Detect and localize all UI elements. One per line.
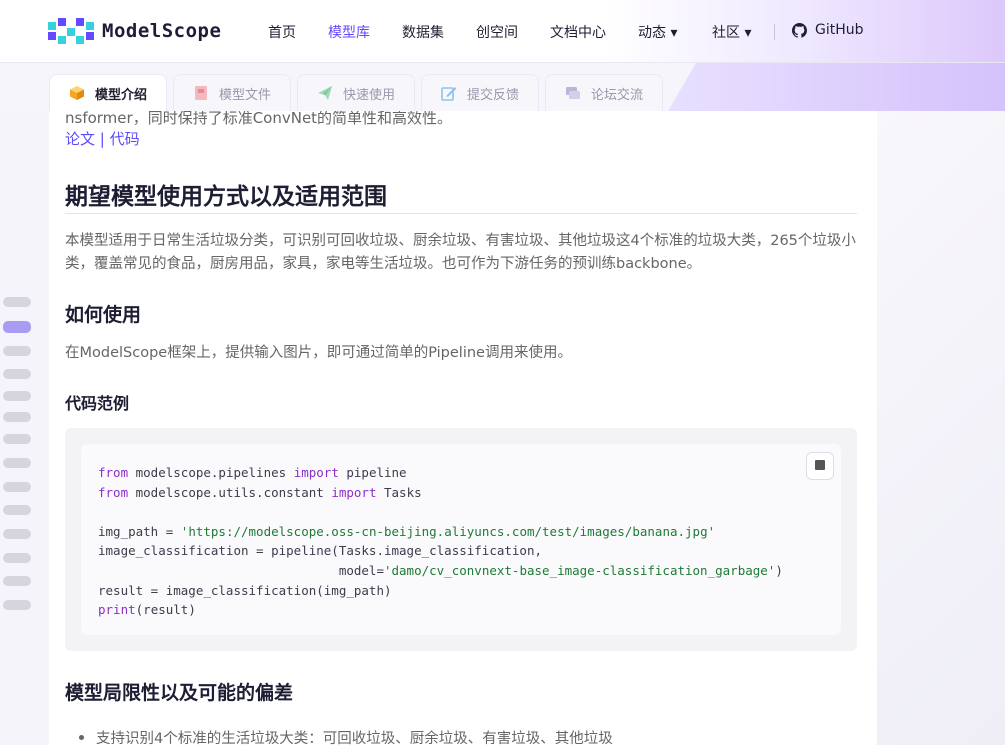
heading-usage-scope: 期望模型使用方式以及适用范围 xyxy=(65,184,387,210)
outline-pill[interactable] xyxy=(3,297,31,307)
nav-models[interactable]: 模型库 xyxy=(328,22,370,42)
top-nav: ModelScope 首页 模型库 数据集 创空间 文档中心 动态 ▾ 社区 ▾… xyxy=(0,0,1005,63)
github-icon xyxy=(792,22,807,38)
code-snippet[interactable]: from modelscope.pipelines import pipelin… xyxy=(98,463,783,620)
nav-divider xyxy=(774,24,775,40)
brand-name: ModelScope xyxy=(102,20,222,42)
outline-pill[interactable] xyxy=(3,529,31,539)
outline-pill[interactable] xyxy=(3,346,31,356)
heading-divider xyxy=(65,213,857,214)
chat-icon xyxy=(565,87,580,99)
nav-github[interactable]: GitHub xyxy=(792,22,864,38)
modelscope-logo[interactable]: ModelScope xyxy=(48,18,221,44)
tab-label: 模型文件 xyxy=(218,87,271,103)
tab-label: 提交反馈 xyxy=(466,87,519,103)
nav-community-dropdown[interactable]: 社区 ▾ xyxy=(712,22,751,42)
list-item-text: 支持识别4个标准的生活垃圾大类：可回收垃圾、厨余垃圾、有害垃圾、其他垃圾 xyxy=(96,731,613,745)
outline-pill[interactable] xyxy=(3,505,31,515)
nav-docs[interactable]: 文档中心 xyxy=(550,22,606,42)
code-line: from modelscope.utils.constant import Ta… xyxy=(98,484,422,500)
truncated-paragraph: nsformer，同时保持了标准ConvNet的简单性和高效性。 xyxy=(65,111,453,127)
send-icon xyxy=(317,86,332,100)
outline-pill[interactable] xyxy=(3,600,31,610)
tab-model-files[interactable]: 模型文件 xyxy=(173,74,291,111)
outline-pill[interactable] xyxy=(3,412,31,422)
outline-pill[interactable] xyxy=(3,576,31,586)
cube-icon xyxy=(69,86,84,100)
copy-code-button[interactable] xyxy=(806,452,834,480)
code-block-inner: from modelscope.pipelines import pipelin… xyxy=(81,444,841,635)
heading-limitations: 模型局限性以及可能的偏差 xyxy=(65,682,294,704)
model-readme: nsformer，同时保持了标准ConvNet的简单性和高效性。 论文 | 代码… xyxy=(49,111,877,745)
tab-quick-start[interactable]: 快速使用 xyxy=(297,74,415,111)
tab-bar-decoration xyxy=(668,63,1005,111)
code-line: from modelscope.pipelines import pipelin… xyxy=(98,465,407,480)
nav-studios[interactable]: 创空间 xyxy=(476,22,518,42)
file-icon xyxy=(194,86,207,100)
outline-pill[interactable] xyxy=(3,482,31,492)
edit-icon xyxy=(441,87,457,101)
tab-label: 快速使用 xyxy=(342,87,395,103)
code-line: img_path = 'https://modelscope.oss-cn-be… xyxy=(98,523,716,539)
code-line: result = image_classification(img_path) xyxy=(98,582,392,598)
bullet-dot xyxy=(79,735,84,740)
right-background xyxy=(877,111,1005,745)
outline-pill-active[interactable] xyxy=(3,321,31,333)
heading-how-to-use: 如何使用 xyxy=(65,304,142,326)
paper-link[interactable]: 论文 xyxy=(65,130,95,148)
code-line: image_classification = pipeline(Tasks.im… xyxy=(98,543,543,559)
modelscope-logo-icon xyxy=(48,18,94,44)
tab-forum[interactable]: 论坛交流 xyxy=(545,74,663,111)
tab-feedback[interactable]: 提交反馈 xyxy=(421,74,539,111)
outline-pill[interactable] xyxy=(3,434,31,444)
link-separator: | xyxy=(95,130,110,148)
outline-pill[interactable] xyxy=(3,369,31,379)
code-line: print(result) xyxy=(98,602,196,618)
usage-scope-paragraph: 本模型适用于日常生活垃圾分类，可识别可回收垃圾、厨余垃圾、有害垃圾、其他垃圾这4… xyxy=(65,233,856,272)
list-item: 支持识别4个标准的生活垃圾大类：可回收垃圾、厨余垃圾、有害垃圾、其他垃圾 xyxy=(79,727,613,745)
tab-label: 论坛交流 xyxy=(590,87,643,103)
outline-pill[interactable] xyxy=(3,391,31,401)
nav-news-dropdown[interactable]: 动态 ▾ xyxy=(638,22,677,42)
tab-label: 模型介绍 xyxy=(94,87,147,103)
how-to-use-paragraph: 在ModelScope框架上，提供输入图片，即可通过简单的Pipeline调用来… xyxy=(65,345,572,361)
code-line: model='damo/cv_convnext-base_image-class… xyxy=(98,562,783,578)
code-block: from modelscope.pipelines import pipelin… xyxy=(65,428,857,651)
heading-code-example: 代码范例 xyxy=(65,394,130,413)
reference-links: 论文 | 代码 xyxy=(65,128,140,149)
nav-home[interactable]: 首页 xyxy=(268,22,296,42)
outline-pill[interactable] xyxy=(3,458,31,468)
outline-pill[interactable] xyxy=(3,553,31,563)
tab-model-intro[interactable]: 模型介绍 xyxy=(49,74,167,111)
nav-datasets[interactable]: 数据集 xyxy=(402,22,444,42)
github-label: GitHub xyxy=(815,22,864,38)
code-link[interactable]: 代码 xyxy=(110,130,140,148)
